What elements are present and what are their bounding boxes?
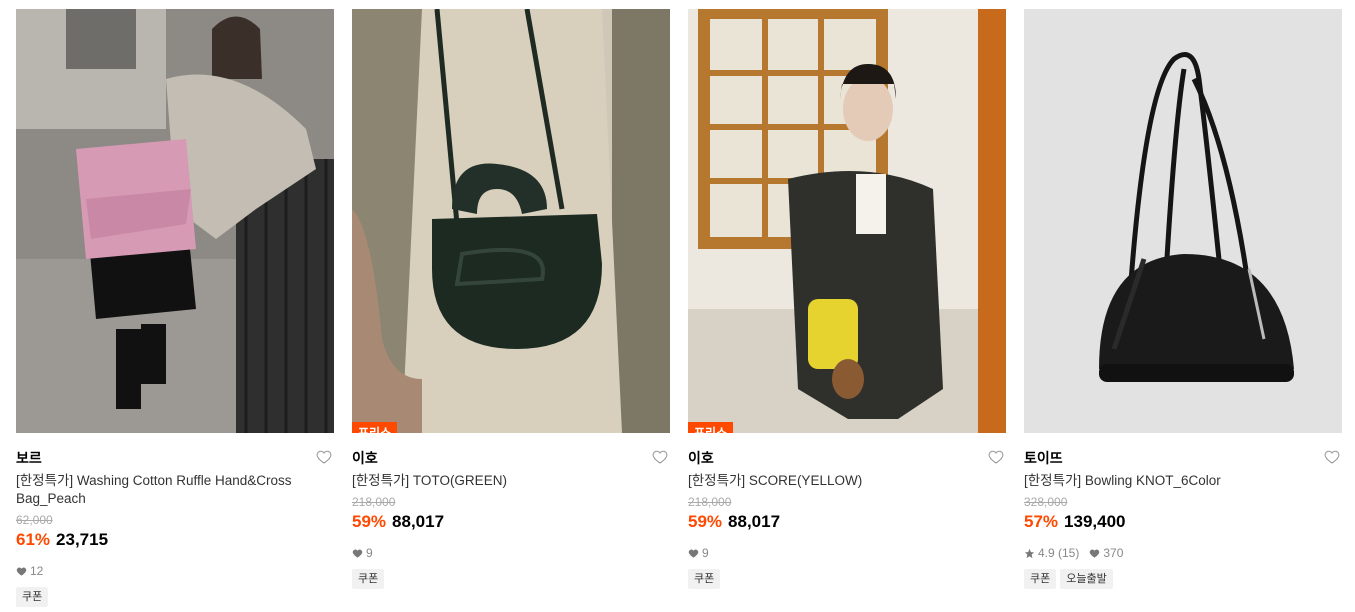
heart-icon[interactable] [652,449,668,465]
sale-price: 88,017 [392,512,445,531]
coupon-tag: 쿠폰 [688,569,721,589]
tag-list: 쿠폰 오늘출발 [1024,569,1342,589]
preshow-badge: 프리쇼 [688,422,734,433]
star-icon [1024,548,1035,558]
product-stats: 4.9 (15) 370 [1024,545,1342,561]
rating: 4.9 (15) [1024,545,1079,561]
original-price: 218,000 [352,495,396,509]
heart-small-icon [1090,549,1100,558]
original-price: 62,000 [16,513,53,527]
product-photo [352,9,670,433]
heart-icon[interactable] [988,449,1004,465]
product-photo [16,9,334,433]
product-stats: 12 [16,563,334,579]
heart-small-icon [352,549,363,558]
discount-rate: 61% [16,530,51,549]
likes-count: 9 [352,545,373,561]
likes-value: 9 [366,546,373,560]
tag-list: 쿠폰 [688,569,1006,589]
product-photo [1024,9,1342,433]
brand-name[interactable]: 토이뜨 [1024,448,1342,468]
product-image[interactable]: 프리쇼 [688,9,1006,433]
coupon-tag: 쿠폰 [352,569,385,589]
tag-list: 쿠폰 [352,569,670,589]
product-card[interactable]: 프리쇼 이호 [한정특가] SCORE(YELLOW) 218,000 59% 8… [688,9,1006,589]
price-row: 57% 139,400 [1024,511,1342,533]
product-name[interactable]: [한정특가] TOTO(GREEN) [352,472,670,490]
likes-value: 9 [702,546,709,560]
likes-value: 370 [1103,546,1124,560]
likes-count: 12 [16,563,43,579]
likes-count: 9 [688,545,709,561]
product-stats: 9 [688,545,1006,561]
product-name[interactable]: [한정특가] Washing Cotton Ruffle Hand&Cross … [16,472,334,508]
heart-icon[interactable] [316,449,332,465]
price-row: 59% 88,017 [688,511,1006,533]
brand-name[interactable]: 이호 [352,448,670,468]
product-stats: 9 [352,545,670,561]
sale-price: 139,400 [1064,512,1126,531]
likes-count: 370 [1089,545,1123,561]
product-card[interactable]: 토이뜨 [한정특가] Bowling KNOT_6Color 328,000 5… [1024,9,1342,589]
likes-value: 12 [30,564,44,578]
price-row: 59% 88,017 [352,511,670,533]
tag-list: 쿠폰 [16,587,334,607]
product-card[interactable]: 프리쇼 이호 [한정특가] TOTO(GREEN) 218,000 59% 88,… [352,9,670,589]
heart-small-icon [688,549,699,558]
original-price: 218,000 [688,495,732,509]
same-day-shipping-tag: 오늘출발 [1060,569,1113,589]
discount-rate: 59% [352,512,387,531]
sale-price: 23,715 [56,530,109,549]
heart-small-icon [16,567,27,576]
product-name[interactable]: [한정특가] SCORE(YELLOW) [688,472,1006,490]
price-row: 61% 23,715 [16,529,334,551]
product-name[interactable]: [한정특가] Bowling KNOT_6Color [1024,472,1342,490]
rating-value: 4.9 (15) [1038,546,1080,560]
original-price: 328,000 [1024,495,1068,509]
product-image[interactable]: 프리쇼 [352,9,670,433]
discount-rate: 57% [1024,512,1059,531]
preshow-badge: 프리쇼 [352,422,398,433]
coupon-tag: 쿠폰 [1024,569,1057,589]
discount-rate: 59% [688,512,723,531]
sale-price: 88,017 [728,512,781,531]
product-photo [688,9,1006,433]
brand-name[interactable]: 이호 [688,448,1006,468]
brand-name[interactable]: 보르 [16,448,334,468]
coupon-tag: 쿠폰 [16,587,49,607]
product-image[interactable] [1024,9,1342,433]
heart-icon[interactable] [1324,449,1340,465]
product-image[interactable] [16,9,334,433]
product-card[interactable]: 보르 [한정특가] Washing Cotton Ruffle Hand&Cro… [16,9,334,607]
